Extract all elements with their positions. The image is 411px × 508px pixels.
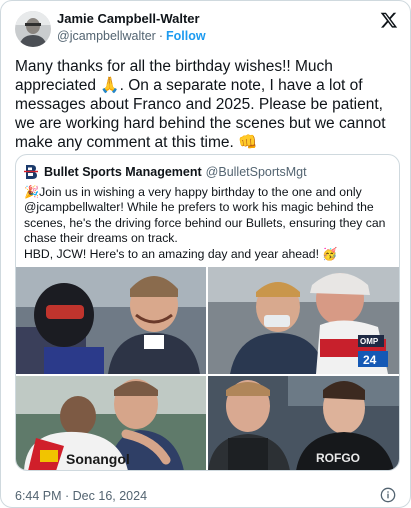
photo-2[interactable]: OMP 24 — [208, 267, 399, 374]
suit-brand-text: ROFGO — [316, 451, 360, 465]
quoted-author-name[interactable]: Bullet Sports Management — [44, 165, 202, 179]
author-handle[interactable]: @jcampbellwalter — [57, 29, 156, 43]
author-handle-row: @jcampbellwalter · Follow — [57, 29, 206, 43]
quoted-tweet-text: 🎉Join us in wishing a very happy birthda… — [24, 185, 394, 262]
tweet-card: Jamie Campbell-Walter @jcampbellwalter · F… — [0, 0, 411, 508]
follow-button[interactable]: Follow — [166, 29, 206, 43]
photo-1[interactable] — [16, 267, 206, 374]
bullet-logo-icon — [24, 164, 38, 180]
helmet-brand-text: OMP — [360, 337, 379, 346]
separator-dot: · — [158, 29, 164, 43]
quoted-tweet-header: Bullet Sports Management @BulletSportsMg… — [24, 163, 307, 181]
avatar-image — [15, 11, 51, 47]
author-name[interactable]: Jamie Campbell-Walter — [57, 11, 200, 26]
tweet-text: Many thanks for all the birthday wishes!… — [15, 58, 386, 151]
quoted-author-handle[interactable]: @BulletSportsMgt — [206, 165, 307, 179]
x-logo-icon[interactable] — [380, 11, 398, 29]
quoted-tweet[interactable]: Bullet Sports Management @BulletSportsMg… — [15, 154, 400, 471]
author-avatar[interactable] — [15, 11, 51, 47]
photo-3[interactable]: Sonangol — [16, 376, 206, 470]
photo-4[interactable]: ROFGO — [208, 376, 399, 470]
shirt-brand-text: Sonangol — [66, 451, 130, 467]
quoted-tweet-paragraph: 🎉Join us in wishing a very happy birthda… — [24, 185, 386, 246]
info-icon[interactable] — [380, 487, 396, 503]
car-number-text: 24 — [363, 353, 377, 367]
photo-grid: OMP 24 Sonangol ROFGO — [16, 267, 399, 470]
quoted-tweet-paragraph: HBD, JCW! Here's to an amazing day and y… — [24, 246, 338, 261]
tweet-timestamp[interactable]: 6:44 PM · Dec 16, 2024 — [15, 489, 147, 503]
